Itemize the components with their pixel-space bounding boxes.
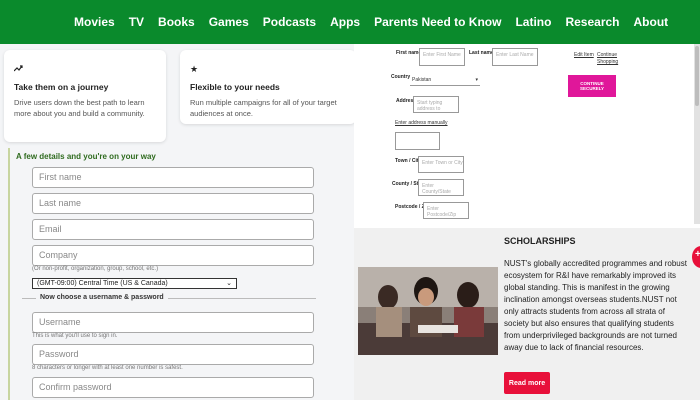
email-input[interactable]: Email <box>32 219 314 240</box>
company-input[interactable]: Company <box>32 245 314 266</box>
nav-item-latino[interactable]: Latino <box>515 15 551 29</box>
confirm-password-placeholder: Confirm password <box>39 382 112 392</box>
card-title: Take them on a journey <box>14 82 109 92</box>
password-input[interactable]: Password <box>32 344 314 365</box>
address-first-name-input[interactable]: Enter First Name <box>419 48 465 66</box>
scholarships-photo <box>358 267 498 355</box>
chevron-down-icon: ⌄ <box>226 280 232 287</box>
address-placeholder: Start typing address to <box>417 100 443 112</box>
nav-item-games[interactable]: Games <box>209 15 249 29</box>
nav-item-about[interactable]: About <box>634 15 669 29</box>
scrollbar-thumb[interactable] <box>695 46 699 106</box>
nav-item-research[interactable]: Research <box>565 15 619 29</box>
first-name-input[interactable]: First name <box>32 167 314 188</box>
town-placeholder: Enter Town or City <box>422 160 463 166</box>
feature-card-flexible: ★ Flexible to your needs Run multiple ca… <box>180 50 356 124</box>
enter-address-manually-link[interactable]: Enter address manually <box>395 120 448 127</box>
continue-shopping-line-1: Continue <box>597 52 618 58</box>
star-icon: ★ <box>190 64 199 74</box>
postcode-placeholder: Enter Postcode/Zip <box>427 206 457 218</box>
read-more-button[interactable]: Read more <box>504 372 550 394</box>
trend-icon <box>13 64 23 74</box>
first-name-placeholder: First name <box>39 172 82 182</box>
timezone-value: (GMT-09:00) Central Time (US & Canada) <box>37 280 168 287</box>
county-placeholder: Enter County/State <box>422 183 451 195</box>
address-last-name-input[interactable]: Enter Last Name <box>492 48 538 66</box>
nav-item-movies[interactable]: Movies <box>74 15 115 29</box>
password-placeholder: Password <box>39 349 79 359</box>
nav-item-tv[interactable]: TV <box>129 15 144 29</box>
timezone-select[interactable]: (GMT-09:00) Central Time (US & Canada) ⌄ <box>32 278 237 289</box>
plus-icon: + <box>695 249 700 260</box>
scholarships-text: NUST's globally accredited programmes an… <box>504 259 687 352</box>
company-hint: (Or non-profit, organization, group, sch… <box>32 266 159 272</box>
credentials-section-title: Now choose a username & password <box>36 294 168 301</box>
chevron-down-icon: ▾ <box>475 77 478 83</box>
last-name-placeholder: Last name <box>39 198 82 208</box>
password-hint: 8 characters or longer with at least one… <box>32 365 183 371</box>
continue-shopping-line-2: Shopping <box>597 59 619 65</box>
last-name-input[interactable]: Last name <box>32 193 314 214</box>
edit-item-link[interactable]: Edit Item <box>574 52 594 59</box>
country-value: Pakistan <box>412 77 432 83</box>
address-extra-input[interactable] <box>395 132 440 150</box>
company-placeholder: Company <box>39 250 78 260</box>
nav-item-parents-need-to-know[interactable]: Parents Need to Know <box>374 15 501 29</box>
card-description: Drive users down the best path to learn … <box>14 98 145 118</box>
top-navigation: Movies TV Books Games Podcasts Apps Pare… <box>0 0 700 44</box>
username-hint: This is what you'll use to sign in. <box>32 333 118 339</box>
country-label: Country <box>391 74 411 80</box>
card-title: Flexible to your needs <box>190 82 280 92</box>
signup-heading: A few details and you're on your way <box>16 152 156 161</box>
username-input[interactable]: Username <box>32 312 314 333</box>
nav-item-apps[interactable]: Apps <box>330 15 360 29</box>
county-input[interactable]: Enter County/State <box>418 179 464 196</box>
confirm-password-input[interactable]: Confirm password <box>32 377 314 398</box>
address-first-name-placeholder: Enter First Name <box>423 52 461 58</box>
scholarships-title: SCHOLARSHIPS <box>504 236 576 246</box>
feature-card-journey: Take them on a journey Drive users down … <box>4 50 166 142</box>
username-placeholder: Username <box>39 317 81 327</box>
continue-shopping-link[interactable]: Continue Shopping <box>597 52 618 66</box>
address-last-name-placeholder: Enter Last Name <box>496 52 534 58</box>
email-placeholder: Email <box>39 224 62 234</box>
nav-item-books[interactable]: Books <box>158 15 195 29</box>
town-input[interactable]: Enter Town or City <box>418 156 464 173</box>
address-input[interactable]: Start typing address to <box>413 96 459 113</box>
form-divider <box>8 148 10 400</box>
postcode-input[interactable]: Enter Postcode/Zip <box>423 202 469 219</box>
nav-item-podcasts[interactable]: Podcasts <box>263 15 316 29</box>
nav-items: Movies TV Books Games Podcasts Apps Pare… <box>74 0 682 44</box>
card-description: Run multiple campaigns for all of your t… <box>190 98 337 118</box>
continue-securely-button[interactable]: CONTINUE SECURELY <box>568 75 616 97</box>
country-select[interactable]: Pakistan ▾ <box>410 74 480 86</box>
